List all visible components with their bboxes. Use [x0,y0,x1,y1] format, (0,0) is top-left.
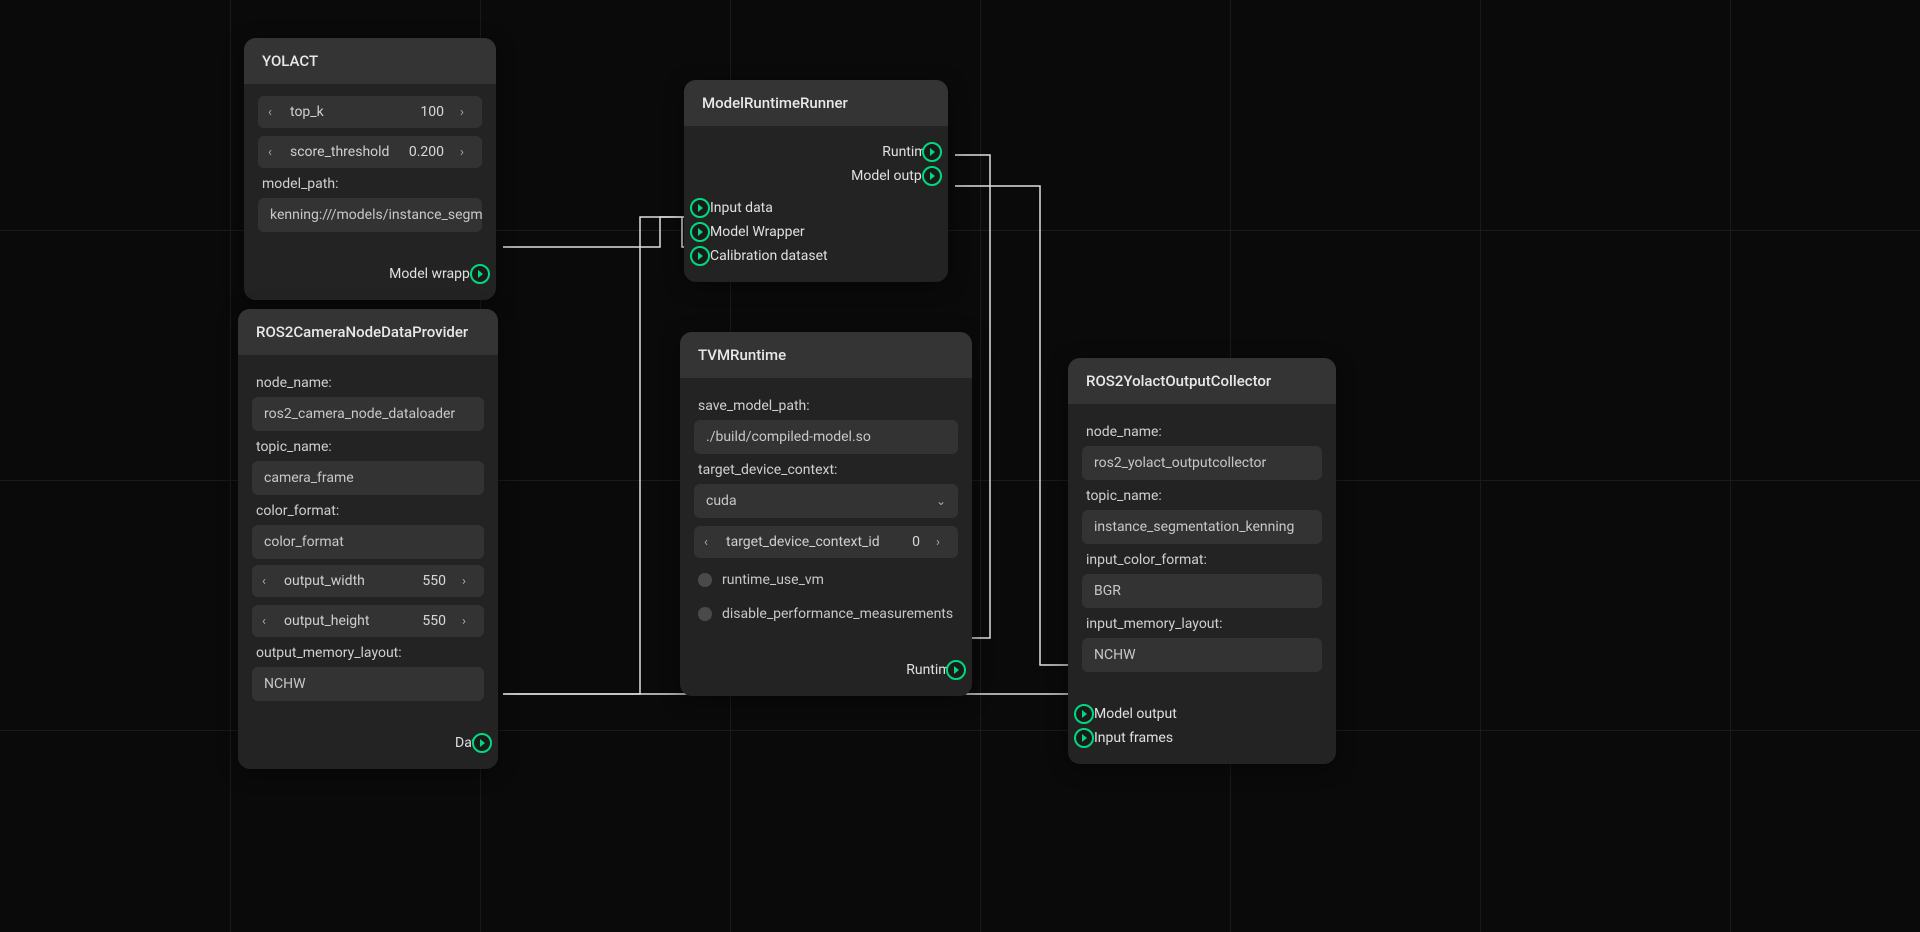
input-memory-layout-field[interactable]: NCHW [1082,638,1322,672]
stepper-top-k[interactable]: ‹ top_k 100 › [258,96,482,128]
port-dot-icon[interactable] [690,222,710,242]
field-label: color_format: [256,503,480,519]
field-label: node_name: [256,375,480,391]
port-model-output-out[interactable]: Model output [698,164,934,188]
port-dot-icon[interactable] [1074,728,1094,748]
port-dot-icon[interactable] [1074,704,1094,724]
field-label: save_model_path: [698,398,954,414]
chevron-right-icon[interactable]: › [460,105,472,120]
node-title: ROS2YolactOutputCollector [1068,358,1336,404]
input-color-format-field[interactable]: BGR [1082,574,1322,608]
port-calibration-dataset-in[interactable]: Calibration dataset [698,244,934,268]
field-label: topic_name: [1086,488,1318,504]
node-tvm-runtime[interactable]: TVMRuntime save_model_path: ./build/comp… [680,332,972,696]
port-runtime-out[interactable]: Runtime [698,140,934,164]
port-dot-icon[interactable] [690,246,710,266]
chevron-right-icon[interactable]: › [460,145,472,160]
checkbox-runtime-use-vm[interactable]: runtime_use_vm [694,566,958,594]
node-model-runtime-runner[interactable]: ModelRuntimeRunner Runtime Model output … [684,80,948,282]
port-model-wrapper-in[interactable]: Model Wrapper [698,220,934,244]
stepper-output-width[interactable]: ‹ output_width 550 › [252,565,484,597]
topic-name-field[interactable]: camera_frame [252,461,484,495]
chevron-right-icon[interactable]: › [462,614,474,629]
port-model-output-in[interactable]: Model output [1082,702,1322,726]
chevron-right-icon[interactable]: › [462,574,474,589]
port-dot-icon[interactable] [922,166,942,186]
node-ros2-camera-provider[interactable]: ROS2CameraNodeDataProvider node_name: ro… [238,309,498,769]
node-name-field[interactable]: ros2_camera_node_dataloader [252,397,484,431]
field-label: input_color_format: [1086,552,1318,568]
node-name-field[interactable]: ros2_yolact_outputcollector [1082,446,1322,480]
stepper-output-height[interactable]: ‹ output_height 550 › [252,605,484,637]
port-dot-icon[interactable] [472,733,492,753]
memory-layout-field[interactable]: NCHW [252,667,484,701]
chevron-down-icon: ⌄ [936,494,946,508]
stepper-target-device-context-id[interactable]: ‹ target_device_context_id 0 › [694,526,958,558]
field-label: output_memory_layout: [256,645,480,661]
port-runtime-out[interactable]: Runtime [694,658,958,682]
node-title: YOLACT [244,38,496,84]
port-input-data-in[interactable]: Input data [698,196,934,220]
node-ros2-yolact-output-collector[interactable]: ROS2YolactOutputCollector node_name: ros… [1068,358,1336,764]
node-title: ModelRuntimeRunner [684,80,948,126]
chevron-left-icon[interactable]: ‹ [268,105,280,120]
field-label: node_name: [1086,424,1318,440]
field-label: topic_name: [256,439,480,455]
save-model-path-field[interactable]: ./build/compiled-model.so [694,420,958,454]
model-path-field[interactable]: kenning:///models/instance_segm [258,198,482,232]
port-dot-icon[interactable] [690,198,710,218]
port-data-out[interactable]: Data [252,731,484,755]
target-device-context-select[interactable]: cuda ⌄ [694,484,958,518]
stepper-score-threshold[interactable]: ‹ score_threshold 0.200 › [258,136,482,168]
chevron-left-icon[interactable]: ‹ [268,145,280,160]
chevron-left-icon[interactable]: ‹ [262,614,274,629]
checkbox-disable-performance-measurements[interactable]: disable_performance_measurements [694,600,958,628]
chevron-left-icon[interactable]: ‹ [262,574,274,589]
port-model-wrapper-out[interactable]: Model wrapper [258,262,482,286]
port-dot-icon[interactable] [946,660,966,680]
node-title: TVMRuntime [680,332,972,378]
topic-name-field[interactable]: instance_segmentation_kenning [1082,510,1322,544]
port-dot-icon[interactable] [470,264,490,284]
field-label: target_device_context: [698,462,954,478]
checkbox-icon [698,573,712,587]
chevron-left-icon[interactable]: ‹ [704,535,716,550]
node-editor-canvas[interactable]: YOLACT ‹ top_k 100 › ‹ score_threshold 0… [0,0,1920,932]
checkbox-icon [698,607,712,621]
node-title: ROS2CameraNodeDataProvider [238,309,498,355]
chevron-right-icon[interactable]: › [936,535,948,550]
field-label: model_path: [262,176,478,192]
port-dot-icon[interactable] [922,142,942,162]
field-label: input_memory_layout: [1086,616,1318,632]
node-yolact[interactable]: YOLACT ‹ top_k 100 › ‹ score_threshold 0… [244,38,496,300]
color-format-field[interactable]: color_format [252,525,484,559]
port-input-frames-in[interactable]: Input frames [1082,726,1322,750]
